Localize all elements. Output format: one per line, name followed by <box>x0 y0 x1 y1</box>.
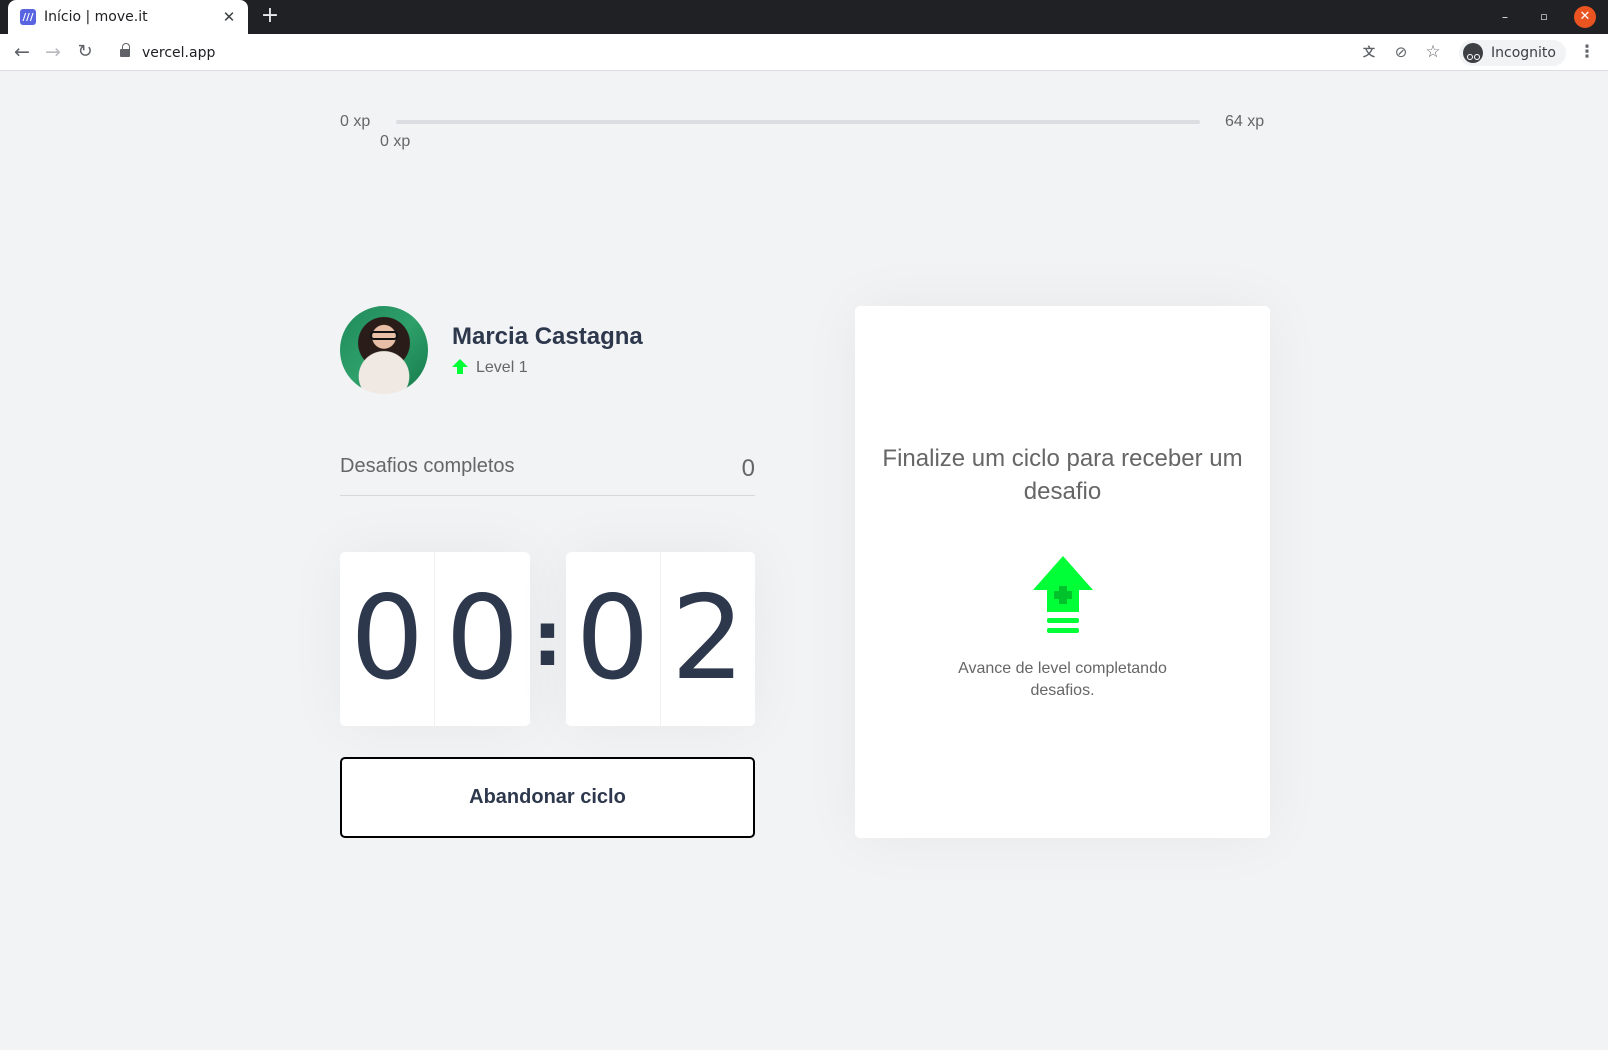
challenge-box-title: Finalize um ciclo para receber um desafi… <box>882 445 1243 505</box>
back-arrow-icon[interactable]: ← <box>10 40 34 64</box>
profile-info: Marcia Castagna Level 1 <box>452 323 643 377</box>
level-up-arrow-icon <box>1032 556 1093 633</box>
level-up-icon <box>452 359 468 374</box>
second-digit-left: 0 <box>566 552 661 726</box>
profile-name: Marcia Castagna <box>452 323 643 350</box>
countdown: 0 0 : 0 2 <box>340 552 755 726</box>
reload-icon[interactable]: ↻ <box>73 40 97 64</box>
translate-icon[interactable]: 文 <box>1358 41 1380 63</box>
countdown-separator: : <box>532 594 563 683</box>
countdown-minutes: 0 0 <box>340 552 530 726</box>
profile: Marcia Castagna Level 1 <box>340 306 643 394</box>
window-maximize-button[interactable]: ▫ <box>1533 6 1555 28</box>
tab-title: Início | move.it <box>44 9 148 25</box>
avatar <box>340 306 428 394</box>
minute-digit-left: 0 <box>340 552 436 726</box>
browser-tab[interactable]: /// Início | move.it ✕ <box>8 0 248 34</box>
challenge-box: Finalize um ciclo para receber um desafi… <box>855 306 1270 838</box>
xp-min-label: 0 xp <box>340 113 371 130</box>
page-content: 0 xp 0 xp 64 xp Marcia Castagna Level 1 … <box>0 71 1608 1050</box>
incognito-badge[interactable]: Incognito <box>1459 40 1566 66</box>
abandon-cycle-button[interactable]: Abandonar ciclo <box>340 757 755 838</box>
second-digit-right: 2 <box>670 571 745 706</box>
level-label: Level 1 <box>476 359 528 376</box>
minute-digit-right: 0 <box>445 571 520 706</box>
avatar-glasses <box>370 331 398 340</box>
incognito-label: Incognito <box>1491 45 1556 61</box>
lock-icon <box>120 43 130 58</box>
moveit-favicon-icon: /// <box>20 9 36 25</box>
xp-current-label: 0 xp <box>380 133 411 150</box>
url-text: vercel.app <box>142 44 216 61</box>
browser-tab-bar: /// Início | move.it ✕ + – ▫ ✕ <box>0 0 1608 34</box>
xp-progress-bar <box>396 120 1200 124</box>
window-minimize-button[interactable]: – <box>1494 6 1516 28</box>
new-tab-button[interactable]: + <box>258 4 282 28</box>
countdown-seconds: 0 2 <box>565 552 755 726</box>
window-close-button[interactable]: ✕ <box>1574 6 1596 28</box>
forward-arrow-icon[interactable]: → <box>41 40 65 64</box>
kebab-menu-icon[interactable]: ⋮ <box>1576 41 1598 63</box>
tab-close-icon[interactable]: ✕ <box>220 8 238 26</box>
bookmark-star-icon[interactable]: ☆ <box>1422 41 1444 63</box>
completed-challenges-label: Desafios completos <box>340 455 515 477</box>
address-bar[interactable]: vercel.app <box>108 39 1378 66</box>
eye-off-icon[interactable]: ⊘ <box>1390 41 1412 63</box>
incognito-icon <box>1463 43 1483 63</box>
challenge-box-text: Avance de level completando desafios. <box>958 660 1167 699</box>
profile-level: Level 1 <box>452 359 643 377</box>
browser-toolbar: ← → ↻ vercel.app 文 ⊘ ☆ Incognito ⋮ <box>0 34 1608 71</box>
completed-challenges-count: 0 <box>741 455 755 482</box>
xp-max-label: 64 xp <box>1225 113 1265 130</box>
completed-challenges: Desafios completos 0 <box>340 443 755 496</box>
